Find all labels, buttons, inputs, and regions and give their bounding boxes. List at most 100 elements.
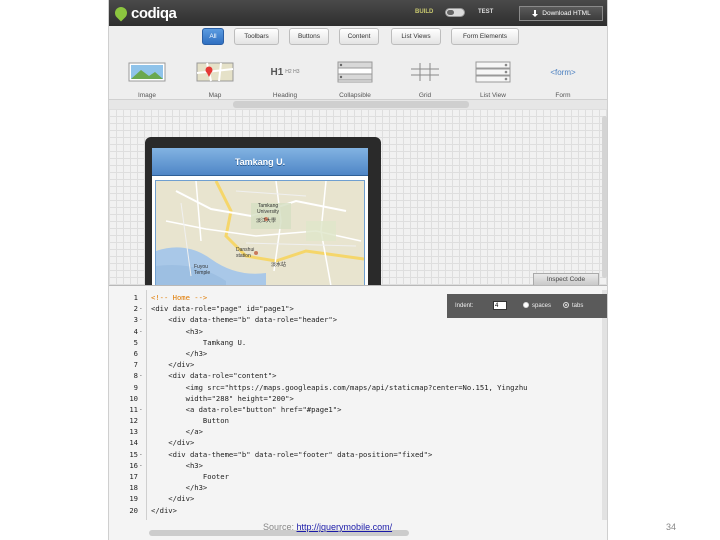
widget-label: Heading (272, 92, 298, 99)
mode-test-label[interactable]: TEST (478, 9, 493, 15)
line-number: 3 (133, 315, 138, 325)
line-number: 10 (129, 393, 138, 403)
phone-preview: Tamkang U. Tamkang University 淡江大學 Dansh… (145, 137, 381, 287)
top-bar: codiqa BUILD TEST Download HTML (109, 0, 607, 26)
fold-marker[interactable]: - (139, 449, 143, 460)
collapsible-icon (337, 61, 373, 83)
line-number: 7 (133, 360, 138, 370)
line-number: 14 (129, 438, 138, 448)
code-text: Button (151, 416, 229, 426)
slide: codiqa BUILD TEST Download HTML All Tool… (0, 0, 720, 540)
code-line[interactable]: 17 Footer (109, 471, 607, 482)
code-line[interactable]: 15- <div data-theme="b" data-role="foote… (109, 449, 607, 460)
code-line[interactable]: 12 Button (109, 415, 607, 426)
line-number: 9 (133, 382, 138, 392)
code-line[interactable]: 8- <div data-role="content"> (109, 370, 607, 381)
code-line[interactable]: 6 </h3> (109, 348, 607, 359)
tab-buttons[interactable]: Buttons (289, 28, 329, 45)
map-widget[interactable]: Tamkang University 淡江大學 Danshui station … (155, 180, 365, 287)
fold-marker[interactable]: - (139, 370, 143, 381)
code-line[interactable]: 3- <div data-theme="b" data-role="header… (109, 314, 607, 325)
line-number: 20 (129, 505, 138, 515)
image-icon (128, 62, 166, 82)
fold-marker[interactable]: - (139, 303, 143, 314)
tab-list-views[interactable]: List Views (391, 28, 441, 45)
tab-toolbars[interactable]: Toolbars (234, 28, 279, 45)
code-line[interactable]: 18 </h3> (109, 482, 607, 493)
code-text: </h3> (151, 483, 208, 493)
code-line[interactable]: 10 width="288" height="200"> (109, 393, 607, 404)
code-line[interactable]: 4- <h3> (109, 326, 607, 337)
code-text: </div> (151, 505, 177, 515)
widget-list-view[interactable]: List View (463, 59, 523, 99)
code-text: </a> (151, 427, 203, 437)
code-line[interactable]: 1 <!-- Home --> (109, 292, 607, 303)
download-icon (531, 9, 539, 18)
map-label-university-zh: 淡江大學 (256, 218, 277, 224)
map-label-university: Tamkang University (257, 203, 279, 215)
heading-icon: H1 H2 H3 (265, 61, 305, 83)
list-view-icon (475, 61, 511, 83)
code-text: <a data-role="button" href="#page1"> (151, 404, 342, 414)
code-text: <!-- Home --> (151, 293, 208, 302)
code-line[interactable]: 20 </div> (109, 505, 607, 516)
code-text: Tamkang U. (151, 337, 247, 347)
code-line[interactable]: 16- <h3> (109, 460, 607, 471)
fold-marker[interactable]: - (139, 460, 143, 471)
tab-form-elements[interactable]: Form Elements (451, 28, 519, 45)
widget-heading[interactable]: H1 H2 H3 Heading (255, 59, 315, 100)
widget-grid[interactable]: Grid (395, 59, 455, 99)
map-icon (196, 62, 234, 82)
palette-scrollbar[interactable] (233, 101, 469, 108)
fold-marker[interactable]: - (139, 314, 143, 325)
source-link[interactable]: http://jquerymobile.com/ (297, 522, 393, 532)
code-text: </div> (151, 494, 195, 504)
code-line[interactable]: 7 </div> (109, 359, 607, 370)
code-editor[interactable]: 1 <!-- Home --> 2- <div data-role="page" id… (109, 292, 607, 516)
code-line[interactable]: 9 <img src="https://maps.googleapis.com/… (109, 382, 607, 393)
build-test-toggle[interactable] (445, 8, 465, 17)
line-number: 6 (133, 348, 138, 358)
widget-image[interactable]: Image (117, 59, 177, 99)
tab-content[interactable]: Content (339, 28, 379, 45)
grid-icon (411, 63, 439, 81)
code-line[interactable]: 11- <a data-role="button" href="#page1"> (109, 404, 607, 415)
tab-all[interactable]: All (202, 28, 224, 45)
widget-map[interactable]: Map (185, 59, 245, 99)
widget-collapsible[interactable]: Collapsible (325, 59, 385, 99)
download-html-label: Download HTML (542, 10, 591, 17)
code-text: </div> (151, 438, 195, 448)
widget-label: Form (555, 92, 571, 99)
code-line[interactable]: 19 </div> (109, 493, 607, 504)
form-icon: <form> (543, 61, 583, 83)
code-line[interactable]: 2- <div data-role="page" id="page1"> (109, 303, 607, 314)
fold-marker[interactable]: - (139, 404, 143, 415)
canvas-scrollbar[interactable] (602, 116, 607, 278)
code-line[interactable]: 14 </div> (109, 437, 607, 448)
fold-marker[interactable]: - (139, 326, 143, 337)
code-line[interactable]: 13 </a> (109, 426, 607, 437)
source-prefix: Source: (263, 522, 297, 532)
map-label-station-zh: 淡水站 (271, 262, 287, 268)
line-number: 8 (133, 371, 138, 381)
code-text: <div data-role="content"> (151, 371, 277, 381)
page-header[interactable]: Tamkang U. (152, 148, 368, 176)
line-number: 12 (129, 416, 138, 426)
line-number: 17 (129, 472, 138, 481)
code-text: <div data-theme="b" data-role="header"> (151, 315, 338, 325)
mode-build-label[interactable]: BUILD (415, 9, 433, 15)
widget-palette: Image Map H1 H2 H3 Heading Collapsible G… (109, 50, 607, 100)
line-number: 1 (133, 293, 138, 302)
code-line[interactable]: 5 Tamkang U. (109, 337, 607, 348)
line-number: 18 (129, 483, 138, 493)
heading-sample-h1: H1 (270, 66, 284, 78)
logo[interactable]: codiqa (112, 4, 177, 22)
widget-label: Grid (418, 92, 432, 99)
line-number: 11 (129, 404, 138, 414)
line-number: 19 (129, 494, 138, 504)
inspect-code-button[interactable]: Inspect Code (533, 273, 599, 285)
widget-form[interactable]: <form> Form (533, 59, 593, 100)
code-text: <div data-role="page" id="page1"> (151, 304, 294, 314)
code-text: Footer (151, 472, 229, 481)
download-html-button[interactable]: Download HTML (519, 6, 603, 21)
